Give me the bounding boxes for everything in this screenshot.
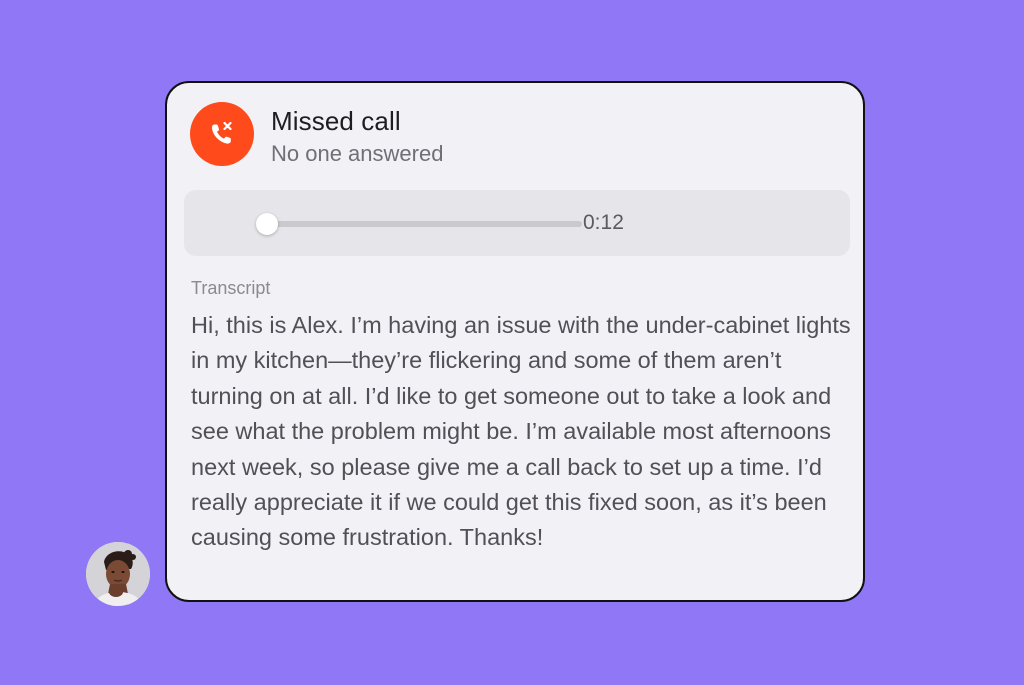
- audio-scrubber-handle[interactable]: [256, 213, 278, 235]
- call-title: Missed call: [271, 106, 401, 136]
- audio-progress-track[interactable]: [264, 221, 582, 227]
- call-subtitle: No one answered: [271, 141, 444, 166]
- transcript-text: Hi, this is Alex. I’m having an issue wi…: [191, 312, 851, 551]
- audio-player: 0:12: [184, 190, 850, 256]
- transcript-label: Transcript: [191, 278, 271, 298]
- missed-call-icon: [190, 102, 254, 166]
- caller-photo: [86, 542, 150, 606]
- caller-avatar: [86, 542, 150, 606]
- voicemail-card: Missed call No one answered 0:12 Transcr…: [165, 81, 865, 602]
- audio-duration: 0:12: [583, 211, 624, 234]
